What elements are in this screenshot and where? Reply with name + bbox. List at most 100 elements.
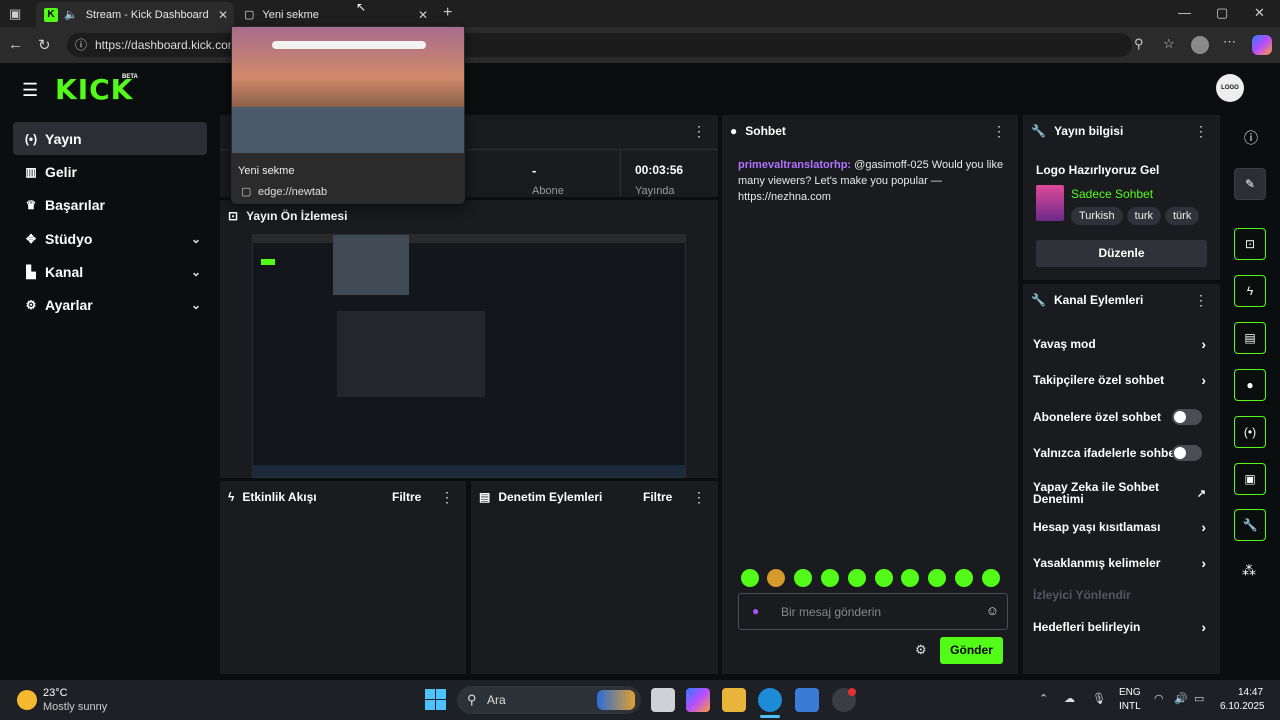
- edit-button[interactable]: Düzenle: [1036, 240, 1207, 267]
- clock-date[interactable]: 6.10.2025: [1220, 701, 1265, 712]
- emote-icon[interactable]: [875, 569, 893, 587]
- action-slow-mode[interactable]: Yavaş mod ›: [1033, 332, 1210, 356]
- edit-layout-icon[interactable]: ✎: [1234, 168, 1266, 200]
- subscribers-only-toggle[interactable]: [1172, 409, 1202, 425]
- volume-icon[interactable]: 🔊: [1174, 692, 1188, 705]
- tag: turk: [1126, 207, 1161, 225]
- copilot-taskbar-icon[interactable]: [686, 688, 710, 712]
- action-followers-only[interactable]: Takipçilere özel sohbet ›: [1033, 368, 1210, 392]
- emote-icon[interactable]: [982, 569, 1000, 587]
- close-tab-icon[interactable]: ✕: [218, 8, 228, 22]
- weather-icon[interactable]: [17, 690, 37, 710]
- close-tab-icon[interactable]: ✕: [418, 8, 428, 22]
- microphone-icon[interactable]: 🎙: [1092, 692, 1106, 705]
- emote-icon[interactable]: [741, 569, 759, 587]
- emote-icon[interactable]: [794, 569, 812, 587]
- tray-overflow-icon[interactable]: ⌃: [1039, 692, 1048, 705]
- stream-info-toggle-icon[interactable]: ▣: [1234, 463, 1266, 495]
- preview-toggle-icon[interactable]: ⊡: [1234, 228, 1266, 260]
- network-off-icon[interactable]: ☁: [1064, 692, 1075, 705]
- url-input[interactable]: ⓘ https://dashboard.kick.com: [67, 33, 1132, 57]
- maximize-icon[interactable]: ▢: [1216, 5, 1228, 21]
- action-subscribers-only: Abonelere özel sohbet: [1033, 405, 1210, 429]
- tab-actions-icon[interactable]: ▣: [9, 6, 21, 22]
- chat-settings-icon[interactable]: ⚙: [915, 642, 927, 658]
- edge-icon[interactable]: [758, 688, 782, 712]
- wifi-icon[interactable]: ◠: [1154, 692, 1164, 705]
- sidebar-item-basarilar[interactable]: ♛ Başarılar: [13, 188, 207, 221]
- filter-button[interactable]: Filtre: [392, 490, 421, 504]
- emote-icon[interactable]: [821, 569, 839, 587]
- chat-input[interactable]: ● Bir mesaj gönderin ☺: [738, 593, 1008, 630]
- favorites-icon[interactable]: ☆: [1163, 36, 1175, 52]
- chat-username[interactable]: primevaltranslatorhp: [738, 159, 847, 171]
- emote-icon[interactable]: [767, 569, 785, 587]
- action-ai-moderation[interactable]: Yapay Zeka ile Sohbet Denetimi ↗: [1033, 478, 1210, 508]
- copilot-icon[interactable]: [1252, 35, 1272, 55]
- sidebar-item-studyo[interactable]: ✥ Stüdyo ⌄: [13, 222, 207, 255]
- tab-kick-dashboard[interactable]: K 🔈 Stream - Kick Dashboard ✕: [36, 2, 234, 27]
- action-account-age[interactable]: Hesap yaşı kısıtlaması ›: [1033, 515, 1210, 539]
- tab-new-tab[interactable]: ▢ Yeni sekme ✕: [236, 2, 434, 27]
- close-window-icon[interactable]: ✕: [1254, 5, 1265, 21]
- chevron-down-icon: ⌄: [190, 231, 201, 246]
- new-tab-button[interactable]: +: [443, 4, 452, 22]
- file-explorer-icon[interactable]: [722, 688, 746, 712]
- category-thumbnail: [1036, 185, 1064, 221]
- emote-only-toggle[interactable]: [1172, 445, 1202, 461]
- more-options-icon[interactable]: ⋮: [692, 489, 706, 506]
- emote-icon[interactable]: [848, 569, 866, 587]
- stream-preview-video[interactable]: [252, 234, 686, 478]
- emote-icon[interactable]: [955, 569, 973, 587]
- action-set-goals[interactable]: Hedefleri belirleyin ›: [1033, 615, 1210, 639]
- battery-icon[interactable]: ▭: [1194, 692, 1204, 705]
- back-icon[interactable]: ←: [8, 36, 23, 53]
- weather-desc[interactable]: Mostly sunny: [43, 701, 107, 713]
- stream-preview-panel: ⊡ Yayın Ön İzlemesi: [220, 200, 718, 478]
- clock-time[interactable]: 14:47: [1238, 687, 1263, 698]
- sidebar-item-yayin[interactable]: (•) Yayın: [13, 122, 207, 155]
- tab-preview-image: [232, 27, 464, 153]
- language-secondary[interactable]: INTL: [1119, 701, 1141, 712]
- user-avatar[interactable]: LOGO: [1216, 74, 1244, 102]
- category-name[interactable]: Sadece Sohbet: [1071, 187, 1153, 201]
- site-info-icon[interactable]: ⓘ: [75, 33, 87, 57]
- more-icon[interactable]: ⋯: [1223, 34, 1236, 50]
- language-primary[interactable]: ENG: [1119, 687, 1141, 698]
- action-banned-words[interactable]: Yasaklanmış kelimeler ›: [1033, 551, 1210, 575]
- more-options-icon[interactable]: ⋮: [1194, 123, 1208, 140]
- task-view-icon[interactable]: [651, 688, 675, 712]
- menu-icon[interactable]: ☰: [22, 80, 38, 101]
- sidebar-item-kanal[interactable]: ▙ Kanal ⌄: [13, 255, 207, 288]
- emoji-icon[interactable]: ☺: [986, 603, 999, 618]
- sidebar-item-gelir[interactable]: ▥ Gelir: [13, 155, 207, 188]
- windows-start-icon[interactable]: [425, 689, 447, 711]
- moderation-toggle-icon[interactable]: ▤: [1234, 322, 1266, 354]
- emote-icon[interactable]: [901, 569, 919, 587]
- extensions-icon[interactable]: ⚲: [1134, 36, 1144, 52]
- filter-button[interactable]: Filtre: [643, 490, 672, 504]
- apps-icon[interactable]: ⁂: [1242, 562, 1256, 579]
- profile-avatar[interactable]: [1191, 36, 1209, 54]
- more-options-icon[interactable]: ⋮: [692, 123, 706, 140]
- more-options-icon[interactable]: ⋮: [440, 489, 454, 506]
- audio-icon[interactable]: 🔈: [64, 8, 78, 21]
- activity-toggle-icon[interactable]: ϟ: [1234, 275, 1266, 307]
- weather-temp[interactable]: 23°C: [43, 687, 68, 699]
- chevron-right-icon: ›: [1201, 336, 1206, 352]
- more-options-icon[interactable]: ⋮: [992, 123, 1006, 140]
- emote-icon[interactable]: [928, 569, 946, 587]
- more-options-icon[interactable]: ⋮: [1194, 292, 1208, 309]
- refresh-icon[interactable]: ↻: [38, 36, 51, 54]
- chat-toggle-icon[interactable]: ●: [1234, 369, 1266, 401]
- broadcast-toggle-icon[interactable]: (•): [1234, 416, 1266, 448]
- store-icon[interactable]: [795, 688, 819, 712]
- mic-icon[interactable]: ●: [752, 604, 759, 618]
- channel-actions-toggle-icon[interactable]: 🔧: [1234, 509, 1266, 541]
- send-button[interactable]: Gönder: [940, 637, 1003, 664]
- minimize-icon[interactable]: —: [1178, 5, 1191, 20]
- settings-icon: ⚙: [25, 297, 37, 312]
- sidebar-item-ayarlar[interactable]: ⚙ Ayarlar ⌄: [13, 288, 207, 321]
- info-icon[interactable]: ⓘ: [1244, 128, 1258, 148]
- taskbar-search[interactable]: ⚲ Ara: [457, 686, 641, 714]
